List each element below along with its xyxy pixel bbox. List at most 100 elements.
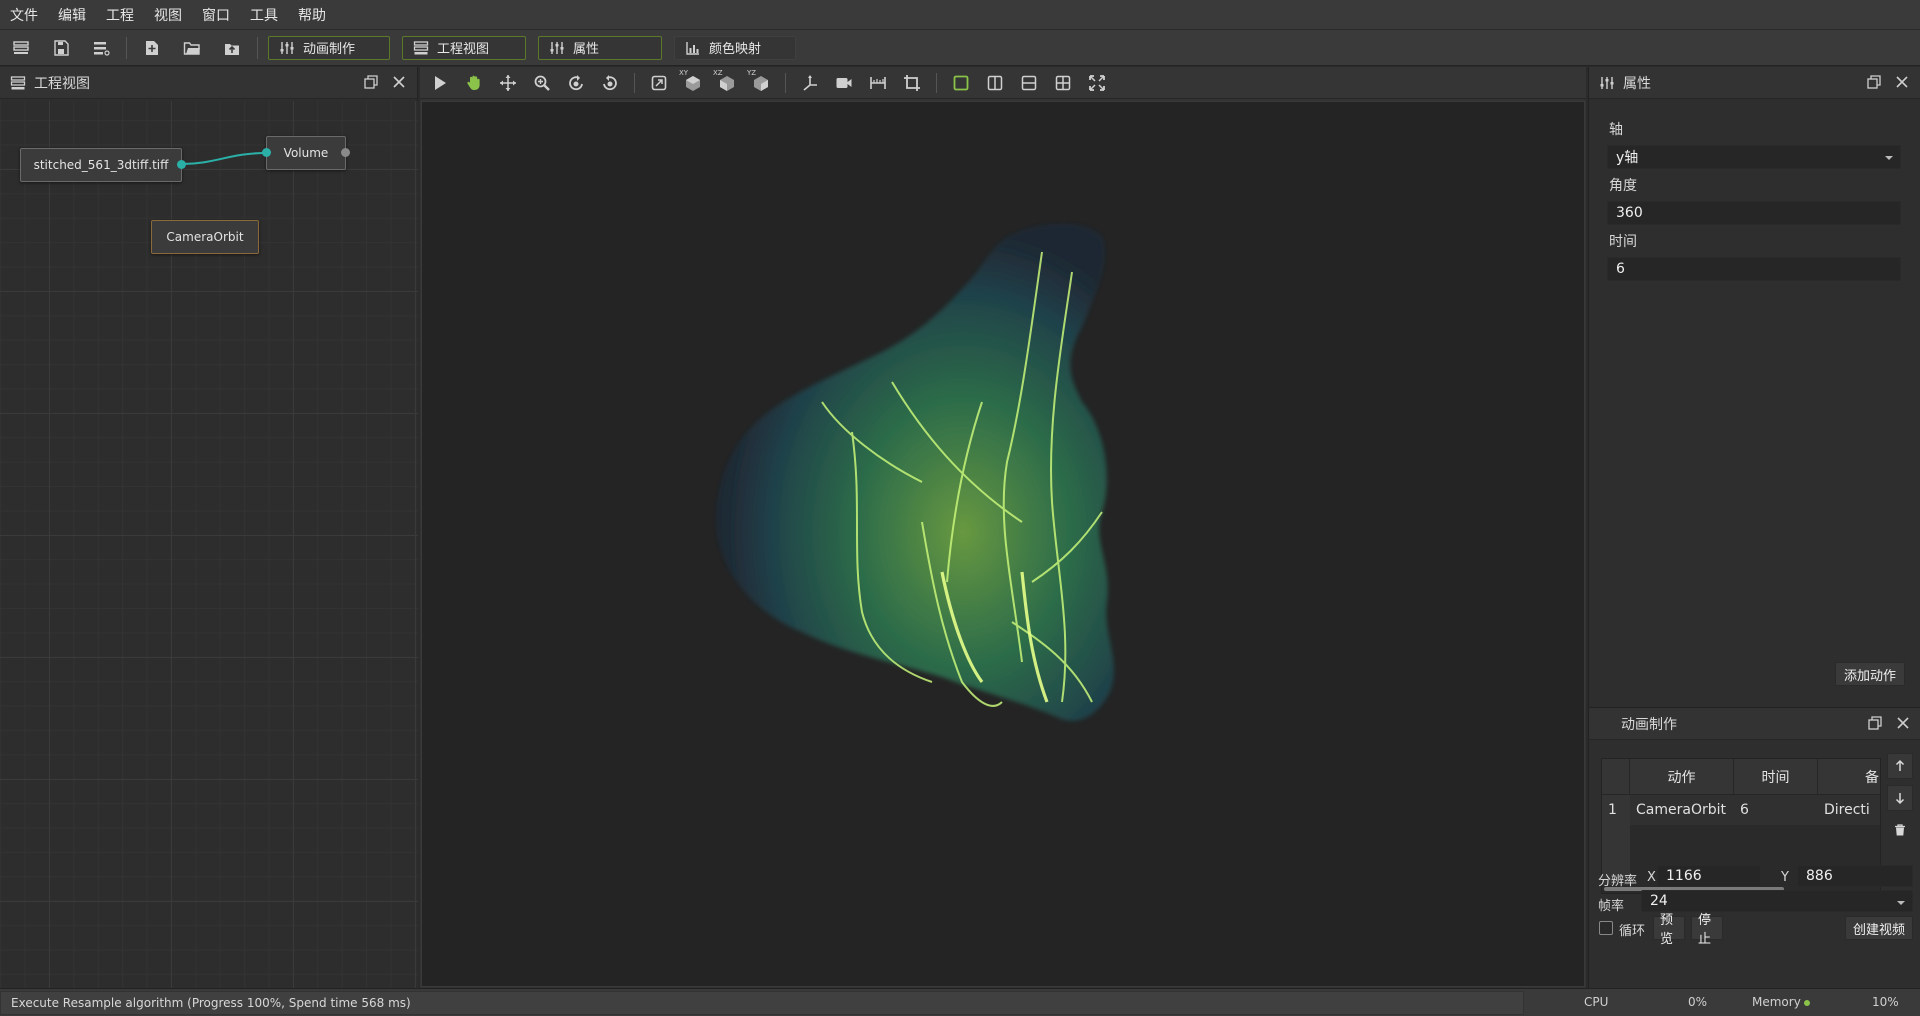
- row-index: 1: [1602, 795, 1630, 825]
- menu-project[interactable]: 工程: [106, 5, 134, 25]
- stop-button[interactable]: 停止: [1691, 913, 1723, 947]
- ruler-icon[interactable]: [866, 71, 890, 95]
- xz-view-icon[interactable]: XZ: [713, 68, 739, 95]
- time-value: 6: [1616, 261, 1625, 277]
- fps-select[interactable]: 24: [1641, 890, 1913, 912]
- save-icon[interactable]: [50, 37, 72, 59]
- move-icon[interactable]: [496, 71, 520, 95]
- menu-help[interactable]: 帮助: [298, 5, 326, 25]
- menu-view[interactable]: 视图: [154, 5, 182, 25]
- node-camera-orbit[interactable]: CameraOrbit: [151, 220, 259, 254]
- node-output-port[interactable]: [341, 148, 350, 157]
- move-down-button[interactable]: [1887, 785, 1913, 811]
- fit-view-icon[interactable]: [647, 71, 671, 95]
- tab-animation-label: 动画制作: [303, 42, 356, 57]
- menu-window[interactable]: 窗口: [202, 5, 230, 25]
- 3d-viewport[interactable]: [421, 101, 1585, 987]
- cpu-value: 0%: [1688, 995, 1708, 1009]
- zoom-icon[interactable]: [530, 71, 554, 95]
- grid-layout-icon[interactable]: [1051, 71, 1075, 95]
- column-header-extra[interactable]: 备: [1818, 759, 1880, 795]
- xy-view-icon[interactable]: XY: [679, 69, 705, 95]
- pointer-icon[interactable]: [428, 71, 452, 95]
- float-icon[interactable]: [1867, 715, 1883, 731]
- axis-select[interactable]: y轴: [1607, 145, 1901, 169]
- animation-title: 动画制作: [1621, 716, 1677, 733]
- node-file[interactable]: stitched_561_3dtiff.tiff: [20, 148, 186, 182]
- tab-properties[interactable]: 属性: [538, 35, 662, 60]
- volume-render: [716, 223, 1114, 721]
- float-icon[interactable]: [363, 74, 379, 90]
- tab-colormap-label: 颜色映射: [709, 42, 762, 57]
- axes-icon[interactable]: [798, 71, 822, 95]
- float-icon[interactable]: [1866, 74, 1882, 90]
- close-icon[interactable]: [391, 74, 407, 90]
- move-up-button[interactable]: [1887, 753, 1913, 779]
- node-graph[interactable]: stitched_561_3dtiff.tiff Volume CameraOr…: [0, 101, 418, 988]
- toolbar-separator: [936, 72, 937, 93]
- create-video-button[interactable]: 创建视频: [1845, 916, 1913, 940]
- delete-button[interactable]: [1887, 817, 1913, 843]
- toolbar-separator: [257, 36, 258, 59]
- chevron-down-icon: [1885, 156, 1893, 160]
- menu-edit[interactable]: 编辑: [58, 5, 86, 25]
- menu-file[interactable]: 文件: [10, 5, 38, 25]
- node-volume[interactable]: Volume: [262, 136, 350, 170]
- sliders-icon: [280, 41, 294, 54]
- loop-label: 循环: [1619, 924, 1646, 939]
- fps-label: 帧率: [1598, 899, 1625, 914]
- crop-icon[interactable]: [900, 71, 924, 95]
- properties-title: 属性: [1623, 75, 1651, 92]
- hand-icon[interactable]: [462, 71, 486, 95]
- time-input[interactable]: 6: [1607, 257, 1901, 281]
- column-header-action[interactable]: 动作: [1630, 759, 1734, 795]
- angle-input[interactable]: 360: [1607, 201, 1901, 225]
- properties-panel: 属性 轴 y轴 角度 360 时间 6 添加动作 动画制作 动作 时间 备 1 …: [1588, 67, 1920, 988]
- node-input-port[interactable]: [262, 148, 271, 157]
- list-icon: [10, 75, 26, 89]
- xz-label: XZ: [713, 68, 723, 77]
- list-settings-icon[interactable]: [90, 37, 112, 59]
- memory-indicator: [1804, 1000, 1810, 1006]
- add-action-button[interactable]: 添加动作: [1835, 662, 1905, 686]
- resolution-label: 分辨率: [1598, 874, 1638, 889]
- resolution-y-label: Y: [1781, 870, 1789, 885]
- add-file-icon[interactable]: [141, 37, 163, 59]
- list-icon[interactable]: [10, 37, 32, 59]
- fullscreen-icon[interactable]: [1085, 71, 1109, 95]
- rotate-right-icon[interactable]: [598, 71, 622, 95]
- trash-icon: [1895, 824, 1905, 836]
- tab-project-view[interactable]: 工程视图: [402, 35, 526, 60]
- export-icon[interactable]: [221, 37, 243, 59]
- yz-label: YZ: [747, 68, 757, 77]
- row-extra-cell[interactable]: Directi: [1818, 795, 1880, 825]
- rotate-left-icon[interactable]: [564, 71, 588, 95]
- row-time-cell[interactable]: 6: [1734, 795, 1818, 825]
- close-icon[interactable]: [1894, 74, 1910, 90]
- row-action-cell[interactable]: CameraOrbit: [1630, 795, 1734, 825]
- list-icon: [413, 40, 429, 54]
- menu-tools[interactable]: 工具: [250, 5, 278, 25]
- yz-view-icon[interactable]: YZ: [747, 68, 773, 95]
- tab-animation[interactable]: 动画制作: [268, 35, 390, 60]
- open-folder-icon[interactable]: [181, 37, 203, 59]
- resolution-x-input[interactable]: 1166: [1657, 865, 1761, 887]
- resolution-y-input[interactable]: 886: [1797, 865, 1913, 887]
- single-layout-icon[interactable]: [949, 71, 973, 95]
- node-output-port[interactable]: [177, 160, 186, 169]
- camera-icon[interactable]: [832, 71, 856, 95]
- split-vertical-icon[interactable]: [983, 71, 1007, 95]
- loop-checkbox[interactable]: [1599, 921, 1613, 935]
- node-file-label: stitched_561_3dtiff.tiff: [33, 158, 169, 172]
- split-horizontal-icon[interactable]: [1017, 71, 1041, 95]
- project-view-title: 工程视图: [34, 75, 90, 92]
- resolution-x-label: X: [1647, 870, 1656, 885]
- preview-button[interactable]: 预览: [1653, 913, 1685, 947]
- properties-header: 属性: [1589, 67, 1920, 99]
- node-volume-label: Volume: [283, 146, 329, 160]
- close-icon[interactable]: [1895, 715, 1911, 731]
- cpu-label: CPU: [1584, 995, 1609, 1009]
- table-corner: [1602, 759, 1630, 795]
- tab-colormap[interactable]: 颜色映射: [674, 35, 796, 60]
- column-header-time[interactable]: 时间: [1734, 759, 1818, 795]
